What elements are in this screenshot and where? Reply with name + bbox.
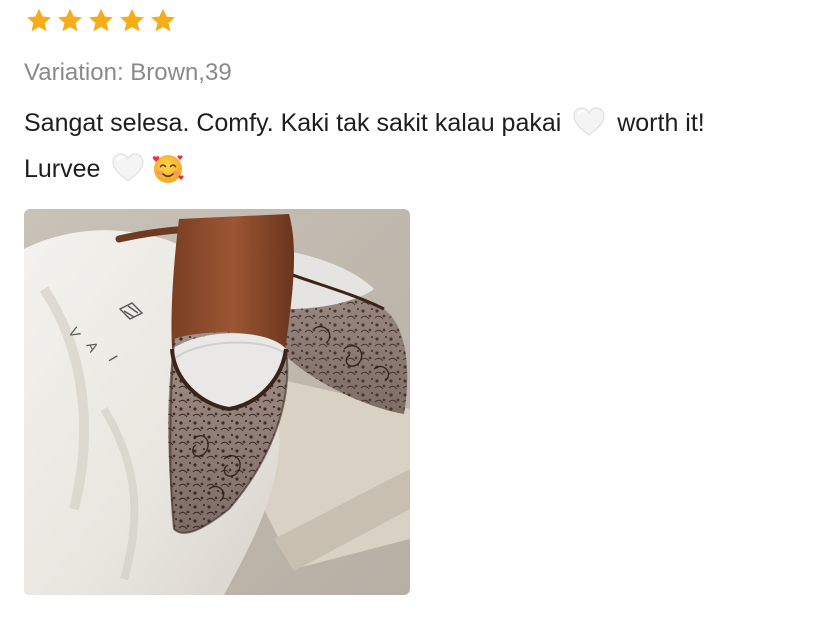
- variation-label: Variation: Brown,39: [24, 59, 232, 86]
- shoe-photo-image: V A I: [24, 209, 410, 595]
- star-icon: [24, 6, 54, 36]
- star-icon: [148, 6, 178, 36]
- comment-text-2: worth it!: [617, 109, 705, 137]
- smiling-face-with-hearts-icon: [151, 151, 185, 185]
- star-icon: [86, 6, 116, 36]
- review-item: Variation: Brown,39 Sangat selesa. Comfy…: [24, 6, 814, 192]
- comment-text-3: Lurvee: [24, 155, 101, 183]
- review-photo[interactable]: V A I: [24, 209, 410, 595]
- white-heart-icon: [572, 106, 606, 138]
- star-icon: [117, 6, 147, 36]
- star-icon: [55, 6, 85, 36]
- review-comment: Sangat selesa. Comfy. Kaki tak sakit kal…: [24, 100, 814, 192]
- white-heart-icon: [111, 152, 145, 184]
- comment-text-1: Sangat selesa. Comfy. Kaki tak sakit kal…: [24, 109, 562, 137]
- star-rating: [24, 6, 814, 36]
